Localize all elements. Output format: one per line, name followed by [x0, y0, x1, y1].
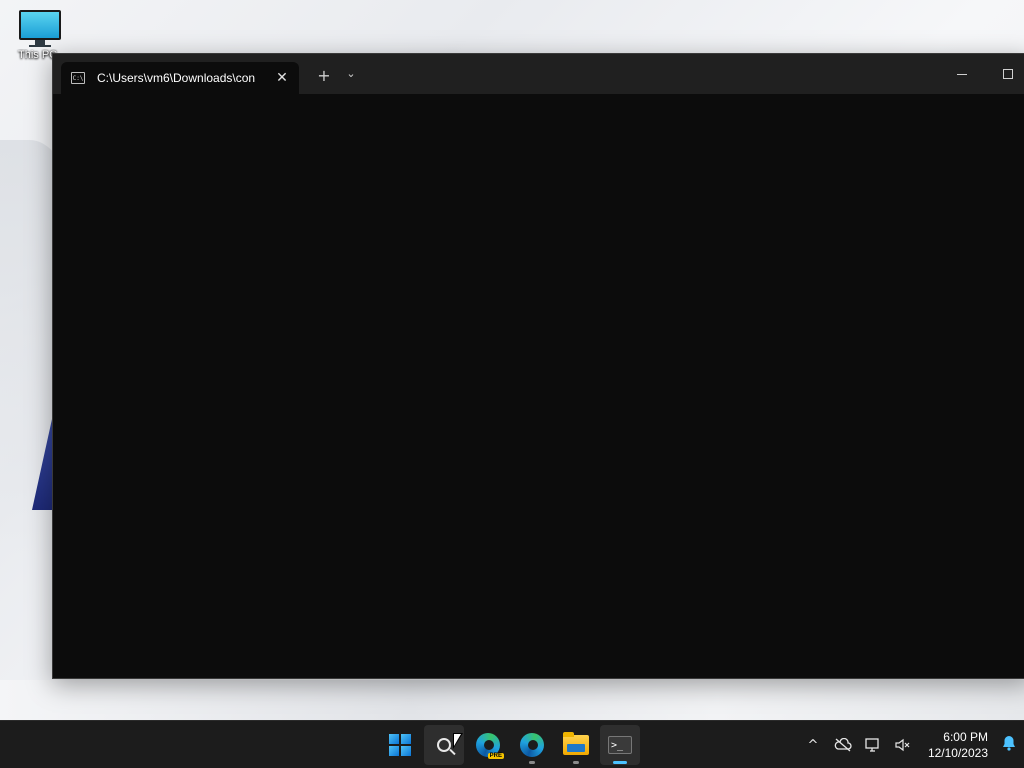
terminal-window[interactable]: C:\ C:\Users\vm6\Downloads\con ✕ + ⌄	[52, 53, 1024, 679]
file-explorer-button[interactable]	[556, 725, 596, 765]
maximize-button[interactable]	[985, 54, 1024, 94]
clock-date: 12/10/2023	[927, 746, 988, 760]
network-icon[interactable]	[858, 730, 888, 760]
folder-icon	[563, 732, 589, 755]
taskbar-apps: PRE >_	[380, 723, 640, 767]
system-tray: ^ 6:00 PM 12/10/2023	[798, 721, 1024, 768]
this-pc-icon	[19, 10, 61, 40]
search-icon	[437, 738, 451, 752]
title-bar[interactable]: C:\ C:\Users\vm6\Downloads\con ✕ + ⌄	[53, 54, 1024, 94]
terminal-icon: >_	[608, 736, 632, 754]
tab-dropdown-button[interactable]: ⌄	[343, 67, 359, 80]
bell-icon[interactable]	[994, 735, 1024, 755]
taskbar: PRE >_ ^ 6:00 PM 12/10/2023	[0, 720, 1024, 768]
cmd-icon: C:\	[71, 72, 85, 84]
onedrive-offline-icon[interactable]	[828, 730, 858, 760]
windows-start-icon	[389, 734, 411, 756]
minimize-icon	[957, 73, 967, 75]
edge-preview-button[interactable]: PRE	[468, 725, 508, 765]
terminal-taskbar-button[interactable]: >_	[600, 725, 640, 765]
tab-close-button[interactable]: ✕	[273, 70, 291, 86]
monitor-base	[29, 45, 51, 47]
volume-muted-icon[interactable]	[888, 730, 918, 760]
maximize-icon	[1003, 69, 1013, 79]
wallpaper-strip	[0, 680, 1024, 720]
running-indicator	[573, 761, 579, 764]
mouse-cursor	[453, 733, 463, 749]
terminal-output-area[interactable]	[53, 94, 1024, 678]
minimize-button[interactable]	[939, 54, 985, 94]
active-indicator	[613, 761, 627, 764]
pre-badge: PRE	[487, 753, 504, 759]
running-indicator	[529, 761, 535, 764]
clock[interactable]: 6:00 PM 12/10/2023	[918, 729, 994, 761]
new-tab-button[interactable]: +	[315, 66, 333, 85]
start-button[interactable]	[380, 725, 420, 765]
clock-time: 6:00 PM	[943, 730, 988, 744]
edge-icon	[520, 733, 544, 757]
chevron-up-icon[interactable]: ^	[798, 730, 828, 760]
edge-button[interactable]	[512, 725, 552, 765]
window-controls	[939, 54, 1024, 94]
terminal-tab[interactable]: C:\ C:\Users\vm6\Downloads\con ✕	[61, 62, 299, 94]
tab-title: C:\Users\vm6\Downloads\con	[97, 71, 256, 85]
